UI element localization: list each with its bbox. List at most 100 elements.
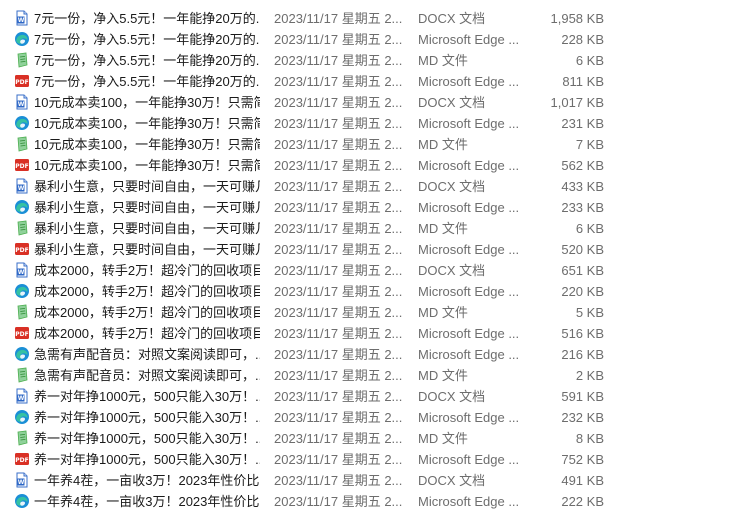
file-name[interactable]: 暴利小生意，只要时间自由，一天可赚几...	[34, 197, 260, 218]
file-type: DOCX 文档	[418, 473, 486, 488]
file-row[interactable]: 急需有声配音员：对照文案阅读即可，... 2023/11/17 星期五 2... M…	[0, 344, 732, 365]
file-icon-cell	[14, 491, 30, 512]
file-type: DOCX 文档	[418, 95, 486, 110]
svg-text:PDF: PDF	[15, 247, 28, 254]
file-size: 216 KB	[561, 347, 604, 362]
file-icon-cell	[14, 218, 30, 239]
file-row[interactable]: 10元成本卖100，一年能挣30万！只需简... 2023/11/17 星期五 2…	[0, 113, 732, 134]
file-name[interactable]: 一年养4茬，一亩收3万！2023年性价比...	[34, 470, 260, 491]
file-icon-cell	[14, 302, 30, 323]
docx-icon: W	[14, 472, 30, 488]
svg-text:W: W	[18, 17, 25, 24]
file-name[interactable]: 10元成本卖100，一年能挣30万！只需简...	[34, 134, 260, 155]
file-icon-cell: PDF	[14, 449, 30, 470]
file-name[interactable]: 7元一份，净入5.5元！一年能挣20万的...	[34, 50, 260, 71]
file-name[interactable]: 养一对年挣1000元，500只能入30万！...	[34, 428, 260, 449]
file-name[interactable]: 暴利小生意，只要时间自由，一天可赚几...	[34, 176, 260, 197]
pdf-icon: PDF	[14, 73, 30, 89]
md-icon	[14, 304, 30, 320]
file-type: Microsoft Edge ...	[418, 200, 520, 215]
file-row[interactable]: PDF 成本2000，转手2万！超冷门的回收项目... 2023/11/17 星期五…	[0, 323, 732, 344]
file-type: Microsoft Edge ...	[418, 74, 520, 89]
file-row[interactable]: W 养一对年挣1000元，500只能入30万！... 2023/11/17 星期五 …	[0, 386, 732, 407]
md-icon	[14, 367, 30, 383]
file-type: Microsoft Edge ...	[418, 116, 520, 131]
file-row[interactable]: 养一对年挣1000元，500只能入30万！... 2023/11/17 星期五 2…	[0, 428, 732, 449]
file-name[interactable]: 10元成本卖100，一年能挣30万！只需简...	[34, 113, 260, 134]
file-icon-cell	[14, 365, 30, 386]
file-name[interactable]: 养一对年挣1000元，500只能入30万！...	[34, 386, 260, 407]
file-size: 6 KB	[575, 53, 604, 68]
file-size: 5 KB	[575, 305, 604, 320]
file-name[interactable]: 急需有声配音员：对照文案阅读即可，...	[34, 365, 260, 386]
file-name[interactable]: 成本2000，转手2万！超冷门的回收项目...	[34, 323, 260, 344]
file-type: MD 文件	[418, 305, 468, 320]
file-size: 8 KB	[575, 431, 604, 446]
docx-icon: W	[14, 10, 30, 26]
file-name[interactable]: 一年养4茬，一亩收3万！2023年性价比...	[34, 491, 260, 512]
file-icon-cell: W	[14, 470, 30, 491]
file-row[interactable]: PDF 养一对年挣1000元，500只能入30万！... 2023/11/17 星期…	[0, 449, 732, 470]
docx-icon: W	[14, 262, 30, 278]
file-type: DOCX 文档	[418, 11, 486, 26]
file-row[interactable]: W 7元一份，净入5.5元！一年能挣20万的... 2023/11/17 星期五 2…	[0, 8, 732, 29]
file-size: 516 KB	[561, 326, 604, 341]
file-name[interactable]: 急需有声配音员：对照文案阅读即可，...	[34, 344, 260, 365]
file-row[interactable]: 7元一份，净入5.5元！一年能挣20万的... 2023/11/17 星期五 2.…	[0, 50, 732, 71]
file-name[interactable]: 7元一份，净入5.5元！一年能挣20万的...	[34, 8, 260, 29]
file-icon-cell	[14, 113, 30, 134]
file-name[interactable]: 7元一份，净入5.5元！一年能挣20万的...	[34, 29, 260, 50]
file-row[interactable]: W 成本2000，转手2万！超冷门的回收项目... 2023/11/17 星期五 2…	[0, 260, 732, 281]
file-name[interactable]: 暴利小生意，只要时间自由，一天可赚几...	[34, 218, 260, 239]
file-row[interactable]: W 10元成本卖100，一年能挣30万！只需简... 2023/11/17 星期五 …	[0, 92, 732, 113]
file-size: 222 KB	[561, 494, 604, 509]
file-name[interactable]: 成本2000，转手2万！超冷门的回收项目...	[34, 260, 260, 281]
file-row[interactable]: PDF 暴利小生意，只要时间自由，一天可赚几... 2023/11/17 星期五 2…	[0, 239, 732, 260]
file-size: 220 KB	[561, 284, 604, 299]
file-name[interactable]: 养一对年挣1000元，500只能入30万！...	[34, 407, 260, 428]
file-row[interactable]: PDF 7元一份，净入5.5元！一年能挣20万的... 2023/11/17 星期五…	[0, 71, 732, 92]
md-icon	[14, 136, 30, 152]
svg-text:W: W	[18, 269, 25, 276]
file-row[interactable]: 7元一份，净入5.5元！一年能挣20万的... 2023/11/17 星期五 2.…	[0, 29, 732, 50]
file-row[interactable]: W 暴利小生意，只要时间自由，一天可赚几... 2023/11/17 星期五 2..…	[0, 176, 732, 197]
md-icon	[14, 220, 30, 236]
svg-text:PDF: PDF	[15, 79, 28, 86]
file-name[interactable]: 成本2000，转手2万！超冷门的回收项目...	[34, 281, 260, 302]
file-size: 232 KB	[561, 410, 604, 425]
svg-text:W: W	[18, 185, 25, 192]
file-size: 520 KB	[561, 242, 604, 257]
file-row[interactable]: 一年养4茬，一亩收3万！2023年性价比... 2023/11/17 星期五 2.…	[0, 491, 732, 512]
edge-icon	[14, 199, 30, 215]
file-type: DOCX 文档	[418, 389, 486, 404]
file-modified-date: 2023/11/17 星期五 2...	[274, 347, 403, 362]
file-name[interactable]: 养一对年挣1000元，500只能入30万！...	[34, 449, 260, 470]
file-icon-cell: PDF	[14, 71, 30, 92]
file-name[interactable]: 暴利小生意，只要时间自由，一天可赚几...	[34, 239, 260, 260]
file-row[interactable]: 暴利小生意，只要时间自由，一天可赚几... 2023/11/17 星期五 2...…	[0, 197, 732, 218]
file-row[interactable]: 10元成本卖100，一年能挣30万！只需简... 2023/11/17 星期五 2…	[0, 134, 732, 155]
file-name[interactable]: 成本2000，转手2万！超冷门的回收项目...	[34, 302, 260, 323]
file-row[interactable]: 养一对年挣1000元，500只能入30万！... 2023/11/17 星期五 2…	[0, 407, 732, 428]
file-type: MD 文件	[418, 368, 468, 383]
file-modified-date: 2023/11/17 星期五 2...	[274, 326, 403, 341]
file-type: MD 文件	[418, 221, 468, 236]
pdf-icon: PDF	[14, 325, 30, 341]
file-size: 228 KB	[561, 32, 604, 47]
file-modified-date: 2023/11/17 星期五 2...	[274, 11, 403, 26]
file-name[interactable]: 7元一份，净入5.5元！一年能挣20万的...	[34, 71, 260, 92]
file-name[interactable]: 10元成本卖100，一年能挣30万！只需简...	[34, 92, 260, 113]
file-row[interactable]: PDF 10元成本卖100，一年能挣30万！只需简... 2023/11/17 星期…	[0, 155, 732, 176]
file-row[interactable]: 成本2000，转手2万！超冷门的回收项目... 2023/11/17 星期五 2.…	[0, 302, 732, 323]
file-row[interactable]: 急需有声配音员：对照文案阅读即可，... 2023/11/17 星期五 2... M…	[0, 365, 732, 386]
file-row[interactable]: W 一年养4茬，一亩收3万！2023年性价比... 2023/11/17 星期五 2…	[0, 470, 732, 491]
file-row[interactable]: 成本2000，转手2万！超冷门的回收项目... 2023/11/17 星期五 2.…	[0, 281, 732, 302]
md-icon	[14, 430, 30, 446]
file-size: 811 KB	[562, 74, 604, 89]
file-size: 651 KB	[561, 263, 604, 278]
svg-text:W: W	[18, 395, 25, 402]
file-row[interactable]: 暴利小生意，只要时间自由，一天可赚几... 2023/11/17 星期五 2...…	[0, 218, 732, 239]
file-name[interactable]: 10元成本卖100，一年能挣30万！只需简...	[34, 155, 260, 176]
file-type: Microsoft Edge ...	[418, 32, 520, 47]
file-icon-cell: W	[14, 92, 30, 113]
